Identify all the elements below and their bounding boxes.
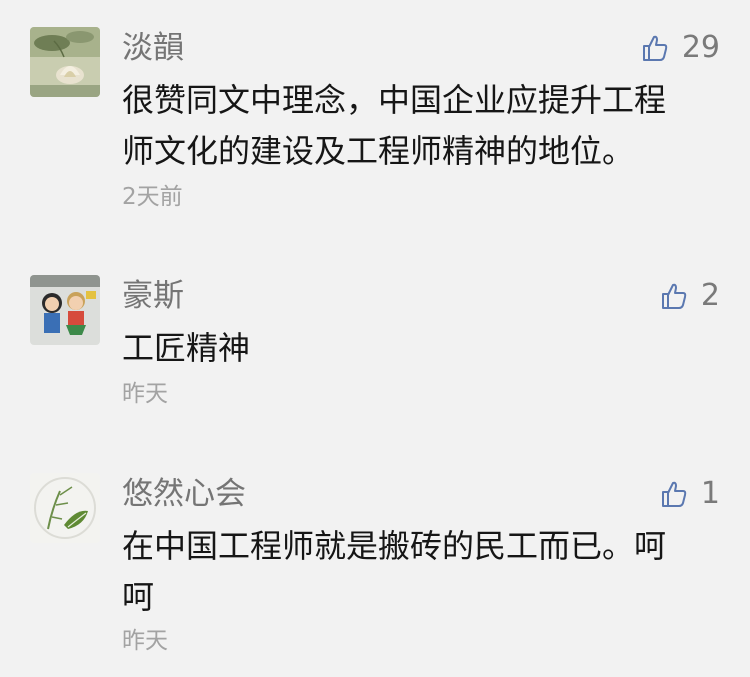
comment-author[interactable]: 淡韻 — [122, 30, 184, 66]
comment-text-line: 师文化的建设及工程师精神的地位。 — [122, 132, 635, 170]
like-button[interactable]: 29 — [642, 30, 720, 66]
comment-author[interactable]: 悠然心会 — [122, 476, 246, 512]
thumbs-up-icon — [661, 283, 687, 309]
comment-text-line: 工匠精神 — [122, 329, 251, 367]
comment-text-line: 呵 — [122, 578, 155, 616]
comment-text: 在中国工程师就是搬砖的民工而已。呵 呵 — [122, 521, 712, 623]
user-avatar[interactable] — [30, 473, 100, 543]
comment-text-line: 在中国工程师就是搬砖的民工而已。呵 — [122, 527, 667, 565]
comment-text-line: 很赞同文中理念，中国企业应提升工程 — [122, 81, 667, 119]
user-avatar[interactable] — [30, 27, 100, 97]
thumbs-up-icon — [642, 35, 668, 61]
comment-text: 很赞同文中理念，中国企业应提升工程 师文化的建设及工程师精神的地位。 — [122, 75, 712, 177]
comment-time: 2天前 — [122, 184, 183, 210]
like-button[interactable]: 2 — [661, 278, 720, 314]
bamboo-leaf-avatar-icon — [30, 473, 100, 543]
comment-time: 昨天 — [122, 381, 168, 407]
like-count: 1 — [700, 476, 720, 511]
user-avatar[interactable] — [30, 275, 100, 345]
like-button[interactable]: 1 — [661, 476, 720, 512]
comment-author[interactable]: 豪斯 — [122, 278, 184, 314]
lotus-avatar-icon — [30, 27, 100, 97]
comment-text: 工匠精神 — [122, 323, 712, 374]
cartoon-kids-avatar-icon — [30, 275, 100, 345]
like-count: 29 — [681, 30, 720, 65]
like-count: 2 — [700, 278, 720, 313]
comment-time: 昨天 — [122, 628, 168, 654]
thumbs-up-icon — [661, 481, 687, 507]
